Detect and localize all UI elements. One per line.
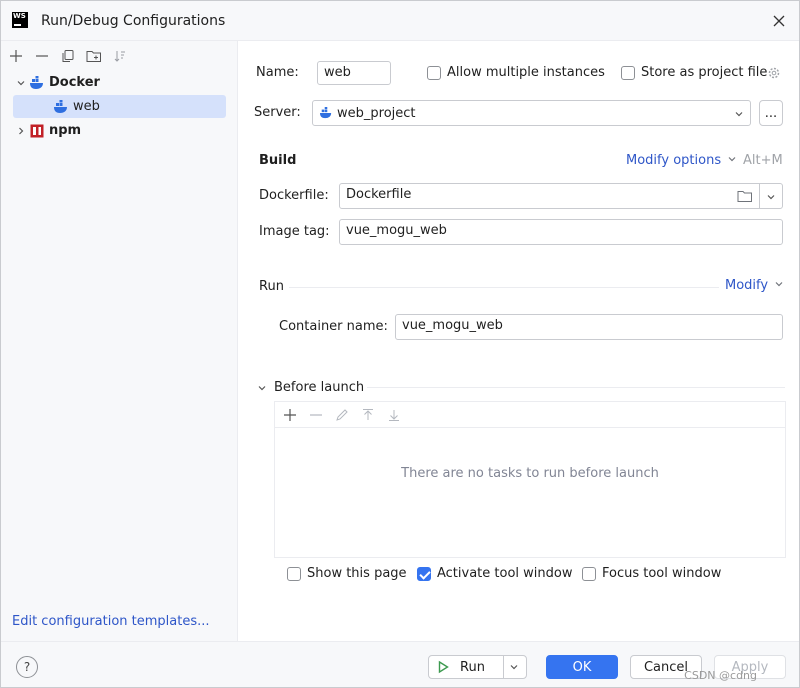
- close-button[interactable]: [769, 11, 789, 31]
- title-bar: WS Run/Debug Configurations: [1, 1, 799, 41]
- docker-icon: [319, 107, 333, 119]
- tree-item-docker[interactable]: Docker: [13, 71, 100, 94]
- image-tag-field[interactable]: vue_mogu_web: [339, 219, 783, 245]
- docker-icon: [29, 75, 45, 91]
- dockerfile-value: Dockerfile: [346, 187, 412, 202]
- chevron-down-icon: [735, 112, 743, 117]
- container-name-label: Container name:: [279, 319, 388, 334]
- server-select[interactable]: web_project: [312, 100, 751, 126]
- chevron-down-icon[interactable]: [509, 662, 519, 672]
- image-tag-label: Image tag:: [259, 224, 330, 239]
- arrow-up-icon: [363, 408, 373, 420]
- before-launch-empty-text: There are no tasks to run before launch: [401, 466, 659, 481]
- dockerfile-field[interactable]: Dockerfile: [339, 183, 783, 209]
- run-label: Run: [460, 659, 485, 675]
- allow-multiple-label: Allow multiple instances: [447, 65, 605, 80]
- add-configuration-button[interactable]: [5, 45, 27, 67]
- new-folder-button[interactable]: [83, 45, 105, 67]
- sort-button[interactable]: [109, 45, 131, 67]
- store-project-label: Store as project file: [641, 65, 768, 80]
- sort-icon: [114, 51, 125, 62]
- move-up-button[interactable]: [357, 404, 379, 426]
- add-icon: [284, 408, 296, 421]
- focus-tool-window-checkbox[interactable]: [582, 567, 596, 581]
- configurations-sidebar: Docker web npm Edit configuration templa…: [1, 41, 238, 641]
- run-section-title: Run: [259, 279, 284, 294]
- server-value: web_project: [337, 105, 416, 121]
- server-label: Server:: [254, 105, 301, 120]
- play-icon: [438, 660, 449, 674]
- before-launch-toolbar: [275, 402, 785, 428]
- tree-item-web[interactable]: web: [13, 95, 226, 118]
- chevron-down-icon[interactable]: [13, 75, 29, 91]
- chevron-right-icon[interactable]: [13, 123, 29, 139]
- remove-configuration-button[interactable]: [31, 45, 53, 67]
- allow-multiple-checkbox[interactable]: [427, 66, 441, 80]
- container-name-field[interactable]: vue_mogu_web: [395, 314, 783, 340]
- run-separator: [289, 287, 719, 288]
- npm-icon: [29, 123, 45, 139]
- watermark-text: CSDN @cdng: [684, 669, 757, 682]
- tree-item-label: npm: [49, 123, 82, 138]
- docker-icon: [53, 99, 69, 115]
- dialog-footer: ? Run OK Cancel Apply CSDN @cdng: [1, 641, 799, 687]
- server-more-button[interactable]: ...: [759, 100, 783, 126]
- activate-tool-window-checkbox[interactable]: [417, 567, 431, 581]
- modify-options-shortcut: Alt+M: [743, 153, 783, 168]
- before-launch-separator: [367, 387, 785, 388]
- before-launch-title: Before launch: [274, 380, 365, 395]
- tree-item-npm[interactable]: npm: [13, 119, 81, 142]
- dockerfile-label: Dockerfile:: [259, 188, 329, 203]
- add-task-button[interactable]: [279, 404, 301, 426]
- chevron-down-icon: [775, 282, 783, 287]
- copy-configuration-button[interactable]: [57, 45, 79, 67]
- help-button[interactable]: ?: [16, 656, 38, 678]
- remove-icon: [36, 55, 48, 57]
- activate-tool-window-label: Activate tool window: [437, 566, 573, 581]
- add-icon: [10, 50, 22, 62]
- show-page-label: Show this page: [307, 566, 407, 581]
- focus-tool-window-label: Focus tool window: [602, 566, 722, 581]
- before-launch-toggle[interactable]: Before launch: [257, 380, 364, 395]
- name-label: Name:: [256, 65, 299, 80]
- name-field[interactable]: web: [317, 61, 391, 85]
- remove-task-button[interactable]: [305, 404, 327, 426]
- sidebar-toolbar: [5, 45, 131, 67]
- chevron-down-icon: [258, 385, 266, 390]
- show-page-checkbox[interactable]: [287, 567, 301, 581]
- run-button[interactable]: Run: [428, 655, 527, 679]
- chevron-down-icon[interactable]: [766, 192, 776, 202]
- remove-icon: [310, 413, 322, 416]
- chevron-down-icon: [728, 157, 736, 162]
- tree-item-label: web: [73, 99, 100, 114]
- run-debug-dialog: WS Run/Debug Configurations Docker web n…: [0, 0, 800, 688]
- dialog-title: Run/Debug Configurations: [41, 13, 226, 29]
- arrow-down-icon: [389, 409, 399, 421]
- folder-icon[interactable]: [737, 189, 753, 203]
- build-section-title: Build: [259, 153, 297, 168]
- pencil-icon: [336, 408, 348, 421]
- edit-task-button[interactable]: [331, 404, 353, 426]
- move-down-button[interactable]: [383, 404, 405, 426]
- tree-item-label: Docker: [49, 75, 100, 90]
- ok-button[interactable]: OK: [546, 655, 618, 679]
- before-launch-panel: There are no tasks to run before launch: [274, 401, 786, 558]
- close-icon: [773, 15, 785, 27]
- gear-icon[interactable]: [767, 66, 781, 80]
- copy-icon: [62, 50, 74, 62]
- webstorm-logo-icon: WS: [12, 12, 28, 28]
- modify-options-link[interactable]: Modify options: [626, 153, 737, 168]
- modify-link[interactable]: Modify: [725, 278, 784, 293]
- configuration-form: Name: web Allow multiple instances Store…: [239, 41, 799, 641]
- new-folder-icon: [86, 51, 101, 62]
- store-project-checkbox[interactable]: [621, 66, 635, 80]
- edit-templates-link[interactable]: Edit configuration templates...: [12, 614, 210, 629]
